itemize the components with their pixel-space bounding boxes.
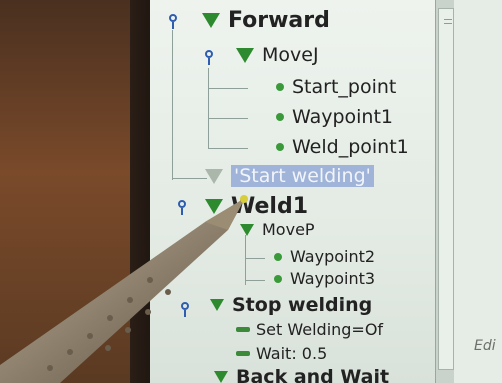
tree-connector xyxy=(172,30,173,180)
tree-node-weld1[interactable]: Weld1 xyxy=(205,194,308,219)
node-label: MoveP xyxy=(262,220,315,239)
tree-connector xyxy=(245,258,265,259)
expand-triangle-icon[interactable] xyxy=(214,371,228,383)
waypoint-dot-icon xyxy=(276,83,284,91)
set-command-icon xyxy=(236,327,250,332)
photo-scene: Forward MoveJ Start_point Waypoint1 Weld… xyxy=(0,0,502,383)
tree-node-start-point[interactable]: Start_point xyxy=(276,76,396,98)
pin-icon xyxy=(202,50,216,65)
node-label: Weld1 xyxy=(231,194,308,219)
tree-connector xyxy=(245,235,246,285)
tree-node-wait[interactable]: Wait: 0.5 xyxy=(236,344,327,363)
tree-node-movej[interactable]: MoveJ xyxy=(236,44,319,66)
program-tree: Forward MoveJ Start_point Waypoint1 Weld… xyxy=(150,0,435,383)
pin-icon xyxy=(166,14,180,29)
node-label: MoveJ xyxy=(262,44,319,66)
expand-triangle-icon[interactable] xyxy=(240,223,254,236)
tree-connector xyxy=(208,88,248,89)
tree-node-waypoint2[interactable]: Waypoint2 xyxy=(274,247,375,266)
right-panel-hint: Edi xyxy=(474,338,496,354)
waypoint-dot-icon xyxy=(276,113,284,121)
tree-connector xyxy=(245,280,265,281)
tree-node-waypoint1[interactable]: Waypoint1 xyxy=(276,106,393,128)
wait-command-icon xyxy=(236,351,250,356)
waypoint-dot-icon xyxy=(276,143,284,151)
node-label: Start_point xyxy=(292,76,397,98)
node-label: Waypoint2 xyxy=(290,247,376,266)
node-label: Weld_point1 xyxy=(292,136,409,158)
waypoint-dot-icon xyxy=(274,274,282,283)
expand-triangle-icon[interactable] xyxy=(236,47,254,63)
vertical-scrollbar[interactable] xyxy=(435,0,454,383)
node-label: Back and Wait xyxy=(236,366,390,383)
pin-icon xyxy=(175,200,189,215)
expand-triangle-icon[interactable] xyxy=(205,168,223,184)
tree-node-weld-point1[interactable]: Weld_point1 xyxy=(276,136,409,158)
waypoint-dot-icon xyxy=(274,252,282,261)
tree-connector xyxy=(208,148,248,149)
node-label: Forward xyxy=(228,8,330,33)
tree-connector xyxy=(208,68,209,148)
expand-triangle-icon[interactable] xyxy=(210,299,224,311)
node-label: Stop welding xyxy=(232,294,373,316)
tree-connector xyxy=(208,118,248,119)
tree-node-forward[interactable]: Forward xyxy=(202,8,330,33)
node-label: Wait: 0.5 xyxy=(256,344,328,363)
expand-triangle-icon[interactable] xyxy=(202,13,220,28)
expand-triangle-icon[interactable] xyxy=(205,199,223,214)
scrollbar-thumb[interactable] xyxy=(438,8,454,370)
pin-icon xyxy=(178,302,192,317)
right-panel: Edi xyxy=(454,0,502,383)
tree-connector xyxy=(172,178,207,179)
tree-node-waypoint3[interactable]: Waypoint3 xyxy=(274,269,375,288)
grip-icon xyxy=(444,19,452,24)
tree-node-set-welding[interactable]: Set Welding=Of xyxy=(236,320,383,339)
node-label: 'Start welding' xyxy=(231,165,374,187)
tree-node-stop-welding[interactable]: Stop welding xyxy=(210,294,372,316)
tree-node-movep[interactable]: MoveP xyxy=(240,220,315,239)
node-label: Waypoint1 xyxy=(292,106,394,128)
node-label: Waypoint3 xyxy=(290,269,376,288)
tree-node-start-welding[interactable]: 'Start welding' xyxy=(205,165,374,187)
node-label: Set Welding=Of xyxy=(256,320,384,339)
tree-node-back-and-wait[interactable]: Back and Wait xyxy=(214,366,389,383)
